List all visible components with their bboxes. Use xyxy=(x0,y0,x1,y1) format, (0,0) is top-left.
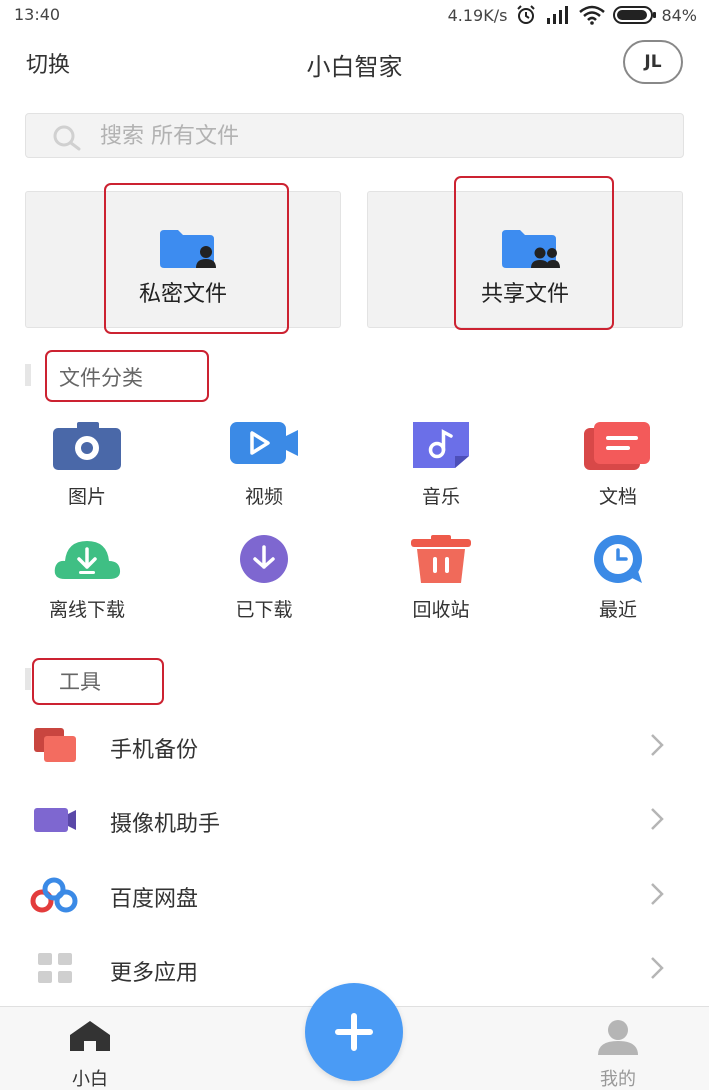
user-icon xyxy=(598,1020,638,1055)
tool-label: 更多应用 xyxy=(110,961,199,986)
nav-mine[interactable]: 我的 xyxy=(588,1019,648,1090)
category-downloaded[interactable]: 已下载 xyxy=(204,535,324,635)
clock-icon xyxy=(594,535,642,583)
category-label: 音乐 xyxy=(421,486,460,508)
nav-home[interactable]: 小白 xyxy=(60,1019,120,1090)
status-bar: 13:40 4.19K/s 84% xyxy=(0,0,709,30)
video-icon xyxy=(230,422,298,464)
private-files-card[interactable]: 私密文件 xyxy=(25,191,341,328)
category-videos[interactable]: 视频 xyxy=(204,422,324,522)
category-label: 最近 xyxy=(598,599,637,621)
section-bar xyxy=(25,668,31,690)
nav-mine-label: 我的 xyxy=(600,1069,636,1090)
phone-backup-icon xyxy=(34,728,76,762)
categories-title: 文件分类 xyxy=(59,366,143,390)
tool-baidu-pan[interactable]: 百度网盘 xyxy=(0,859,709,929)
search-box[interactable] xyxy=(25,113,684,158)
category-pictures[interactable]: 图片 xyxy=(27,422,147,522)
shared-files-card[interactable]: 共享文件 xyxy=(367,191,683,328)
chevron-right-icon xyxy=(651,808,664,830)
category-label: 图片 xyxy=(67,486,106,508)
tool-phone-backup[interactable]: 手机备份 xyxy=(0,710,709,780)
category-offline-download[interactable]: 离线下载 xyxy=(27,535,147,635)
chevron-right-icon xyxy=(651,957,664,979)
header: 切换 小白智家 JL xyxy=(0,34,709,90)
category-recycle-bin[interactable]: 回收站 xyxy=(381,535,501,635)
search-icon xyxy=(53,125,81,151)
category-documents[interactable]: 文档 xyxy=(558,422,678,522)
signal-icon xyxy=(547,6,569,24)
wifi-icon xyxy=(579,5,606,25)
chevron-right-icon xyxy=(651,883,664,905)
private-folder-icon xyxy=(160,230,216,268)
category-label: 回收站 xyxy=(412,599,470,621)
shared-files-label: 共享文件 xyxy=(480,282,569,307)
tool-camera-assistant[interactable]: 摄像机助手 xyxy=(0,784,709,854)
chevron-right-icon xyxy=(651,734,664,756)
camera-icon xyxy=(53,422,121,470)
tool-label: 摄像机助手 xyxy=(110,812,221,837)
alarm-icon xyxy=(517,5,536,24)
category-label: 已下载 xyxy=(235,599,293,621)
status-time: 13:40 xyxy=(14,5,61,24)
document-icon xyxy=(584,422,650,470)
camera-assistant-icon xyxy=(34,808,76,832)
category-label: 视频 xyxy=(244,486,283,508)
add-button[interactable] xyxy=(305,983,403,1081)
music-icon xyxy=(413,422,469,468)
baidu-pan-icon xyxy=(30,877,78,913)
private-files-label: 私密文件 xyxy=(138,282,227,307)
tools-title: 工具 xyxy=(59,670,101,694)
search-input[interactable] xyxy=(100,121,660,151)
tool-label: 百度网盘 xyxy=(110,887,199,912)
shared-folder-icon xyxy=(502,230,560,268)
nav-home-label: 小白 xyxy=(72,1069,108,1090)
downloaded-icon xyxy=(240,535,288,583)
plus-icon xyxy=(335,1013,373,1051)
home-icon xyxy=(70,1021,110,1051)
trash-icon xyxy=(411,535,471,583)
battery-percent: 84% xyxy=(661,5,697,25)
tool-label: 手机备份 xyxy=(110,738,199,763)
avatar[interactable]: JL xyxy=(623,40,683,84)
category-label: 离线下载 xyxy=(48,599,125,621)
category-recent[interactable]: 最近 xyxy=(558,535,678,635)
page-title: 小白智家 xyxy=(306,53,403,81)
cloud-download-icon xyxy=(54,541,121,579)
network-speed: 4.19K/s xyxy=(447,5,508,25)
battery-icon xyxy=(613,6,657,24)
section-bar xyxy=(25,364,31,386)
category-label: 文档 xyxy=(598,486,637,508)
category-music[interactable]: 音乐 xyxy=(381,422,501,522)
more-apps-icon xyxy=(38,953,72,983)
status-right: 4.19K/s 84% xyxy=(448,3,697,27)
